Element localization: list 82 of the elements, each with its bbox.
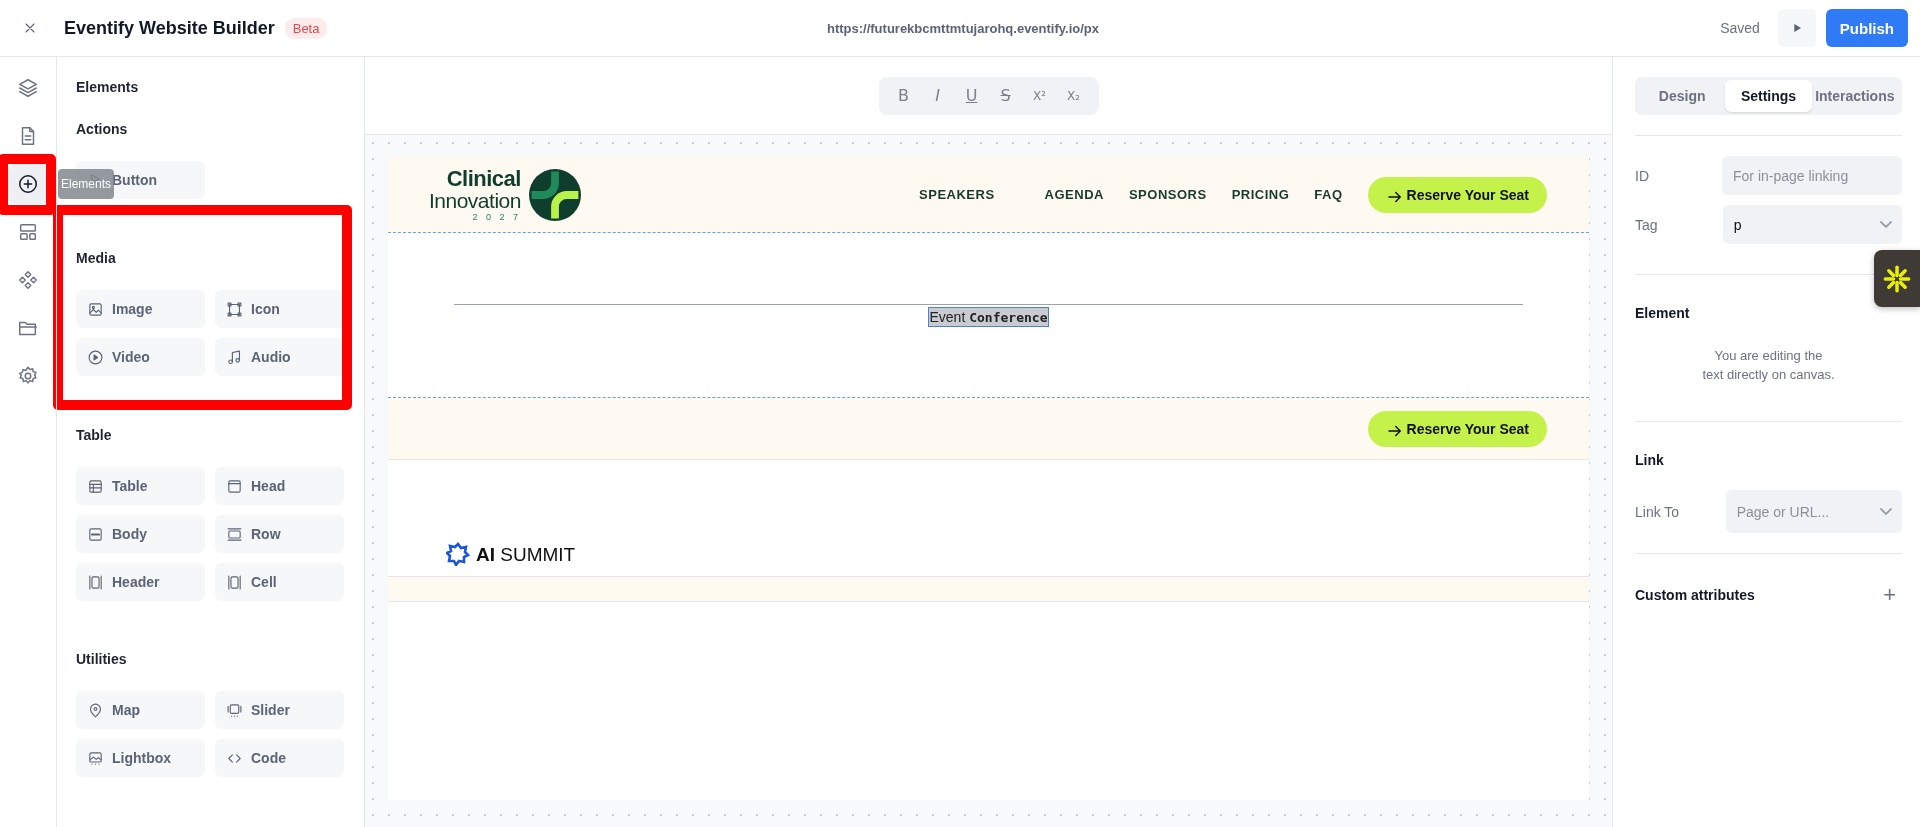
publish-button[interactable]: Publish: [1825, 9, 1908, 47]
sidebar-tab[interactable]: [8, 164, 48, 204]
layers-icon: [17, 77, 39, 99]
element-tile[interactable]: Slider: [215, 691, 344, 729]
music-note-icon: [226, 348, 243, 366]
nav-link[interactable]: AGENDA: [1044, 187, 1104, 202]
element-tile[interactable]: Video: [76, 338, 205, 376]
panel-title: Elements: [76, 79, 140, 95]
layout-icon: [17, 221, 39, 243]
table-body-icon: [87, 525, 104, 543]
assistant-widget[interactable]: [1874, 250, 1920, 307]
section-heading: Link: [1635, 452, 1665, 468]
inspector-tab[interactable]: Settings: [1725, 80, 1812, 112]
section-heading: Actions: [76, 121, 129, 137]
element-tile[interactable]: Lightbox: [76, 739, 205, 777]
logo-title: Clinical: [446, 167, 521, 190]
logo-emblem: [528, 168, 581, 221]
info-text: text directly on canvas.: [1701, 366, 1836, 384]
logo-subtitle: Innovation: [429, 189, 521, 211]
section-heading: Custom attributes: [1635, 587, 1755, 603]
page-url[interactable]: https://futurekbcmttmtujarohq.eventify.io/px: [826, 20, 1100, 36]
info-text: You are editing the: [1713, 347, 1824, 365]
element-tile[interactable]: Code: [215, 739, 344, 777]
inspector-tab[interactable]: Design: [1639, 80, 1726, 112]
inspector-tab[interactable]: Interactions: [1811, 80, 1898, 112]
cta-button[interactable]: Reserve Your Seat: [1367, 410, 1547, 447]
nav-link[interactable]: SPONSORS: [1128, 187, 1207, 202]
play-icon: [87, 348, 104, 366]
table-head-icon: [226, 477, 243, 495]
link-dropdown[interactable]: Page or URL...: [1725, 490, 1902, 533]
app-title: Eventify Website Builder: [64, 17, 275, 39]
selected-text[interactable]: Event Conference: [928, 308, 1049, 326]
element-tile[interactable]: Image: [76, 290, 205, 328]
element-tile[interactable]: Head: [215, 467, 344, 505]
asterisk-icon: [1883, 264, 1911, 293]
add-icon: [17, 173, 39, 195]
superscript-button[interactable]: X²: [1024, 80, 1055, 111]
chevron-down-icon: [1880, 508, 1892, 515]
element-tile[interactable]: Body: [76, 515, 205, 553]
nav-link[interactable]: FAQ: [1314, 187, 1343, 202]
underline-button[interactable]: U: [956, 80, 987, 111]
beta-badge: Beta: [284, 17, 328, 39]
nav-link[interactable]: PRICING: [1231, 187, 1290, 202]
table-column-icon: [226, 573, 243, 591]
frame-icon: [226, 300, 243, 318]
logo-year: 2 0 2 7: [472, 212, 521, 222]
element-tile[interactable]: Table: [76, 467, 205, 505]
element-tile[interactable]: Icon: [215, 290, 344, 328]
chevron-down-icon: [1880, 221, 1892, 228]
brand-name: AI SUMMIT: [476, 544, 576, 566]
map-pin-icon: [87, 701, 104, 719]
lightbox-icon: [87, 749, 104, 767]
field-label: ID: [1635, 167, 1650, 184]
field-label: Link To: [1635, 503, 1681, 520]
image-icon: [87, 300, 104, 318]
tag-dropdown[interactable]: p: [1722, 205, 1902, 244]
section-heading: Table: [76, 427, 113, 443]
bold-button[interactable]: B: [888, 80, 919, 111]
element-tile[interactable]: Audio: [215, 338, 344, 376]
element-tile[interactable]: Row: [215, 515, 344, 553]
element-tile[interactable]: Map: [76, 691, 205, 729]
section-heading: Element: [1635, 305, 1691, 321]
italic-button[interactable]: I: [922, 80, 953, 111]
cta-button[interactable]: Reserve Your Seat: [1367, 176, 1547, 213]
star-logo-icon: [446, 542, 470, 566]
section-heading: Utilities: [76, 651, 128, 667]
nav-link[interactable]: SPEAKERS: [919, 187, 995, 202]
table-icon: [87, 477, 104, 495]
save-status: Saved: [1720, 20, 1760, 36]
table-row-icon: [226, 525, 243, 543]
components-icon: [17, 269, 39, 291]
element-tile[interactable]: Cell: [215, 563, 344, 601]
subscript-button[interactable]: X₂: [1058, 80, 1089, 111]
table-column-icon: [87, 573, 104, 591]
add-attribute-button[interactable]: +: [1877, 582, 1902, 608]
id-input[interactable]: For in-page linking: [1722, 156, 1902, 195]
element-tile[interactable]: Header: [76, 563, 205, 601]
section-heading: Media: [76, 250, 117, 266]
slider-icon: [226, 701, 243, 719]
strike-button[interactable]: S: [990, 80, 1021, 111]
tooltip: Elements: [58, 169, 114, 199]
field-label: Tag: [1635, 216, 1659, 233]
